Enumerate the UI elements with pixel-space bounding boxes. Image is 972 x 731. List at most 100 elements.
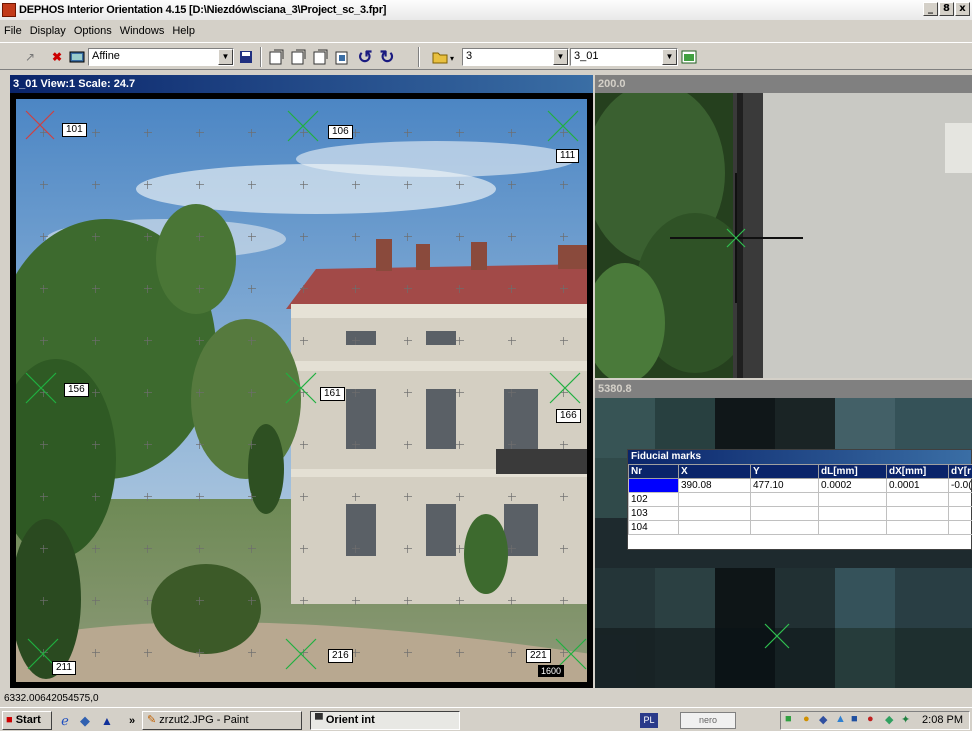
undo-icon[interactable]: ↺ bbox=[356, 47, 374, 67]
mark-label-166: 166 bbox=[556, 409, 581, 423]
redo-icon[interactable]: ↻ bbox=[378, 47, 396, 67]
fiducial-tool-2-icon[interactable] bbox=[290, 47, 308, 67]
fiducial-marks-table[interactable]: Fiducial marks Nr X Y dL[mm] dX[mm] dY[r… bbox=[627, 449, 972, 550]
menu-windows[interactable]: Windows bbox=[120, 25, 165, 37]
table-cell[interactable]: 102 bbox=[628, 492, 679, 507]
save-icon[interactable] bbox=[237, 47, 255, 67]
delete-icon[interactable]: ✖ bbox=[48, 47, 66, 67]
chevron-down-icon[interactable]: ▼ bbox=[553, 49, 568, 65]
menu-options[interactable]: Options bbox=[74, 25, 112, 37]
tray-icon-4[interactable]: ▲ bbox=[835, 713, 846, 725]
start-button[interactable]: ■ Start bbox=[2, 711, 52, 730]
task-paint[interactable]: ✎ zrzut2.JPG - Paint bbox=[142, 711, 302, 730]
fiducial-table-title: Fiducial marks bbox=[628, 450, 971, 464]
view-window-icon[interactable] bbox=[680, 47, 698, 67]
fiducial-tool-4-icon[interactable] bbox=[334, 47, 352, 67]
main-view-header: 3_01 View:1 Scale: 24.7 bbox=[10, 75, 593, 93]
maximize-button[interactable]: 8 bbox=[939, 2, 954, 16]
col-header-dy[interactable]: dY[r bbox=[948, 464, 972, 479]
app-icon bbox=[2, 3, 16, 17]
image-select-value: 3_01 bbox=[574, 50, 599, 62]
table-cell[interactable] bbox=[886, 492, 949, 507]
language-indicator[interactable]: PL bbox=[640, 713, 658, 728]
project-select[interactable]: 3 ▼ bbox=[462, 48, 569, 66]
table-cell[interactable] bbox=[818, 506, 887, 521]
table-cell[interactable] bbox=[678, 520, 751, 535]
fiducial-tool-1-icon[interactable] bbox=[268, 47, 286, 67]
table-cell[interactable]: -0.0( bbox=[948, 478, 972, 493]
quicklaunch-app-icon[interactable]: ▲ bbox=[98, 711, 116, 731]
menu-file[interactable]: File bbox=[4, 25, 22, 37]
image-icon[interactable] bbox=[68, 47, 86, 67]
menu-display[interactable]: Display bbox=[30, 25, 66, 37]
tray-icon-6[interactable]: ● bbox=[867, 713, 874, 725]
zoom-view-top-header: 200.0 bbox=[595, 75, 972, 93]
tray-icon-5[interactable]: ■ bbox=[851, 713, 858, 725]
table-row[interactable]: 102 bbox=[628, 492, 972, 507]
quicklaunch-icon[interactable]: ◆ bbox=[76, 711, 94, 731]
table-cell[interactable] bbox=[818, 520, 887, 535]
table-cell[interactable]: 0.0002 bbox=[818, 478, 887, 493]
table-cell[interactable] bbox=[818, 492, 887, 507]
fiducial-grid-table[interactable]: Nr X Y dL[mm] dX[mm] dY[r 390.08 477.10 … bbox=[628, 464, 972, 535]
table-cell[interactable] bbox=[886, 506, 949, 521]
table-cell[interactable]: 104 bbox=[628, 520, 679, 535]
table-cell[interactable] bbox=[948, 520, 972, 535]
pointer-tool-icon[interactable]: ↗ bbox=[20, 47, 40, 67]
main-image-view[interactable]: 3_01 View:1 Scale: 24.7 101 106 111 156 … bbox=[10, 75, 593, 688]
table-cell[interactable]: 477.10 bbox=[750, 478, 819, 493]
tray-icon-8[interactable]: ✦ bbox=[901, 713, 910, 726]
table-cell-selected[interactable] bbox=[628, 478, 679, 493]
transform-select[interactable]: Affine ▼ bbox=[88, 48, 234, 66]
chevron-right-icon[interactable]: » bbox=[126, 711, 138, 731]
status-bar: 6332.00642054575,0 bbox=[4, 693, 99, 704]
nero-toolbar[interactable]: nero bbox=[680, 712, 736, 729]
table-row[interactable]: 104 bbox=[628, 520, 972, 535]
chevron-down-icon[interactable]: ▼ bbox=[662, 49, 677, 65]
table-cell[interactable] bbox=[948, 506, 972, 521]
table-cell[interactable] bbox=[750, 506, 819, 521]
table-cell[interactable] bbox=[948, 492, 972, 507]
ie-icon[interactable]: ℯ bbox=[56, 711, 74, 731]
table-cell[interactable]: 103 bbox=[628, 506, 679, 521]
minimize-button[interactable]: _ bbox=[923, 2, 938, 16]
windows-logo-icon: ■ bbox=[6, 714, 13, 726]
fiducial-mark-111 bbox=[547, 110, 579, 142]
col-header-x[interactable]: X bbox=[678, 464, 751, 479]
toolbar-separator bbox=[260, 47, 262, 67]
fiducial-marks-overlay bbox=[25, 110, 587, 670]
table-cell[interactable] bbox=[750, 520, 819, 535]
tray-icon-3[interactable]: ◆ bbox=[819, 713, 827, 726]
col-header-nr[interactable]: Nr bbox=[628, 464, 679, 479]
col-header-dx[interactable]: dX[mm] bbox=[886, 464, 949, 479]
col-header-y[interactable]: Y bbox=[750, 464, 819, 479]
mark-label-101: 101 bbox=[62, 123, 87, 137]
table-row[interactable]: 103 bbox=[628, 506, 972, 521]
close-button[interactable]: x bbox=[955, 2, 970, 16]
tray-icon-7[interactable]: ◆ bbox=[885, 713, 893, 726]
task-orient-int[interactable]: ▀ Orient int bbox=[310, 711, 460, 730]
clock[interactable]: 2:08 PM bbox=[922, 714, 963, 726]
tray-icon-1[interactable]: ■ bbox=[785, 713, 792, 725]
table-cell[interactable]: 0.0001 bbox=[886, 478, 949, 493]
col-header-dl[interactable]: dL[mm] bbox=[818, 464, 887, 479]
menu-bar: File Display Options Windows Help bbox=[0, 22, 972, 40]
table-cell[interactable] bbox=[678, 492, 751, 507]
image-select[interactable]: 3_01 ▼ bbox=[570, 48, 678, 66]
title-bar: DEPHOS Interior Orientation 4.15 [D:\Nie… bbox=[0, 0, 972, 20]
table-cell[interactable] bbox=[678, 506, 751, 521]
app-window-icon: ▀ bbox=[315, 714, 323, 726]
table-cell[interactable] bbox=[750, 492, 819, 507]
fiducial-tool-3-icon[interactable] bbox=[312, 47, 330, 67]
open-folder-icon[interactable]: ▾ bbox=[430, 47, 458, 67]
table-cell[interactable] bbox=[886, 520, 949, 535]
table-row[interactable]: 390.08 477.10 0.0002 0.0001 -0.0( bbox=[628, 478, 972, 493]
table-cell[interactable]: 390.08 bbox=[678, 478, 751, 493]
mark-label-156: 156 bbox=[64, 383, 89, 397]
chevron-down-icon[interactable]: ▼ bbox=[218, 49, 233, 65]
photo-canvas[interactable]: 101 106 111 156 161 166 211 216 221 1600 bbox=[14, 97, 589, 684]
tray-icon-2[interactable]: ● bbox=[803, 713, 810, 725]
menu-help[interactable]: Help bbox=[172, 25, 195, 37]
zoom-view-top[interactable]: 200.0 bbox=[595, 75, 972, 378]
mark-label-111: 111 bbox=[556, 149, 580, 163]
